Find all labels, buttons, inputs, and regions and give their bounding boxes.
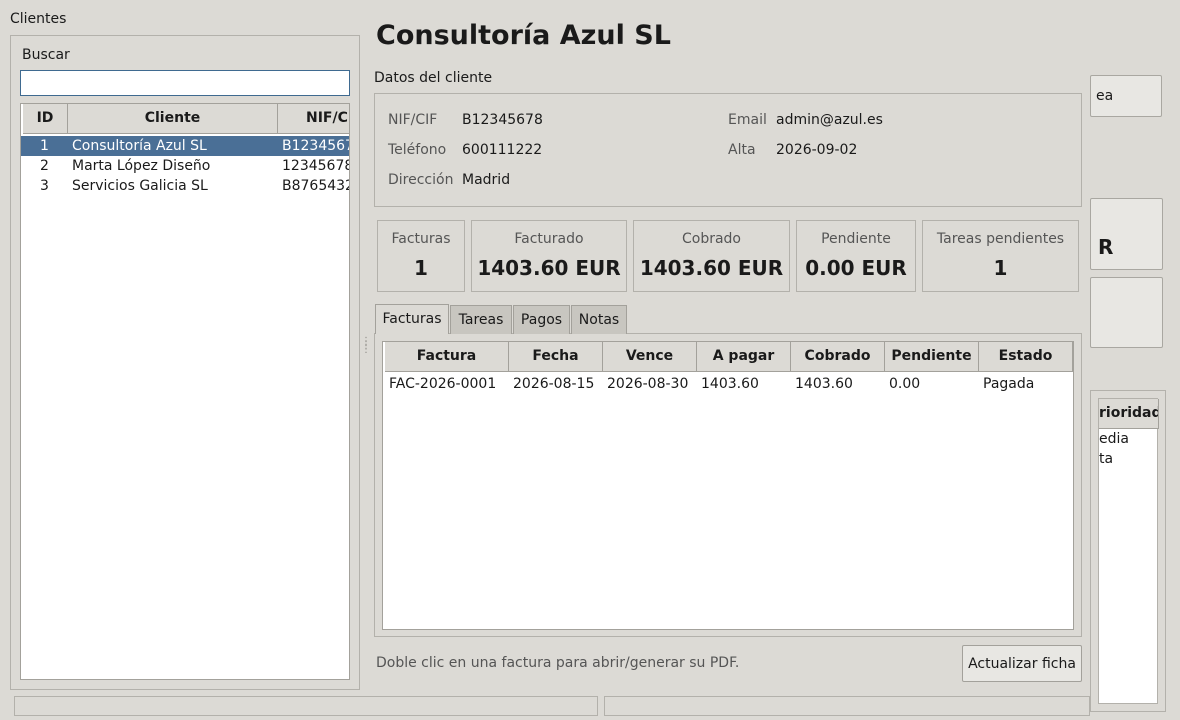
column-header-estado[interactable]: Estado xyxy=(979,342,1073,372)
address-label: Dirección xyxy=(388,172,454,188)
client-nif: B87654321 xyxy=(282,178,349,194)
stat-cobrado: Cobrado 1403.60 EUR xyxy=(633,220,790,292)
client-row[interactable]: 1 Consultoría Azul SL B12345678 xyxy=(21,136,349,156)
column-header-fecha[interactable]: Fecha xyxy=(509,342,603,372)
hint-text: Doble clic en una factura para abrir/gen… xyxy=(376,655,740,671)
client-row[interactable]: 3 Servicios Galicia SL B87654321 xyxy=(21,176,349,196)
phone-value: 600111222 xyxy=(462,142,543,158)
stat-value: 1403.60 EUR xyxy=(639,256,784,280)
splitter-handle[interactable]: ⋮ ⋮ ⋮ xyxy=(361,337,371,360)
background-table-row[interactable]: edia xyxy=(1099,429,1157,449)
tab-pagos[interactable]: Pagos xyxy=(513,305,570,334)
stat-pendiente: Pendiente 0.00 EUR xyxy=(796,220,916,292)
column-header-nif[interactable]: NIF/CIF xyxy=(278,104,349,134)
background-table-row[interactable]: ta xyxy=(1099,449,1157,469)
stat-value: 1403.60 EUR xyxy=(477,256,621,280)
client-nif: 12345678A xyxy=(282,158,349,174)
background-button-label: ea xyxy=(1096,88,1114,104)
invoice-number: FAC-2026-0001 xyxy=(389,376,497,392)
refresh-button[interactable]: Actualizar ficha xyxy=(962,645,1082,682)
address-value: Madrid xyxy=(462,172,511,188)
tab-notas[interactable]: Notas xyxy=(571,305,627,334)
invoice-row[interactable]: FAC-2026-0001 2026-08-15 2026-08-30 1403… xyxy=(383,374,1073,394)
stat-facturado: Facturado 1403.60 EUR xyxy=(471,220,627,292)
background-stat-box-2 xyxy=(1090,277,1163,348)
invoice-due: 2026-08-30 xyxy=(607,376,689,392)
stat-facturas: Facturas 1 xyxy=(377,220,465,292)
column-header-a-pagar[interactable]: A pagar xyxy=(697,342,791,372)
stat-label: Facturas xyxy=(391,231,451,247)
invoice-amount: 1403.60 xyxy=(701,376,759,392)
background-table: rioridad edia ta xyxy=(1098,398,1159,704)
background-bottom-frame-left xyxy=(14,696,598,716)
column-header-pendiente[interactable]: Pendiente xyxy=(885,342,979,372)
nif-label: NIF/CIF xyxy=(388,112,438,128)
background-button-top[interactable]: ea xyxy=(1090,75,1162,117)
client-name: Consultoría Azul SL xyxy=(72,138,207,154)
background-stat-box: R xyxy=(1090,198,1163,270)
search-input[interactable] xyxy=(20,70,350,96)
column-header-vence[interactable]: Vence xyxy=(603,342,697,372)
invoice-paid: 1403.60 xyxy=(795,376,853,392)
invoice-status: Pagada xyxy=(983,376,1035,392)
stat-label: Tareas pendientes xyxy=(936,231,1065,247)
column-header-factura[interactable]: Factura xyxy=(385,342,509,372)
invoice-date: 2026-08-15 xyxy=(513,376,595,392)
client-id: 1 xyxy=(40,138,49,154)
stat-label: Cobrado xyxy=(681,231,741,247)
client-id: 3 xyxy=(40,178,49,194)
alta-value: 2026-09-02 xyxy=(776,142,858,158)
invoice-pending: 0.00 xyxy=(889,376,921,392)
stat-value: 0.00 EUR xyxy=(805,256,907,280)
stat-tareas-pendientes: Tareas pendientes 1 xyxy=(922,220,1079,292)
client-data-frame: NIF/CIF B12345678 Teléfono 600111222 Dir… xyxy=(374,93,1082,207)
clients-panel-title: Clientes xyxy=(10,11,67,27)
tab-tareas[interactable]: Tareas xyxy=(450,305,512,334)
client-name: Marta López Diseño xyxy=(72,158,211,174)
stat-value: 1 xyxy=(414,256,428,280)
tab-facturas[interactable]: Facturas xyxy=(375,304,449,334)
stat-value: 1 xyxy=(993,256,1008,280)
client-row[interactable]: 2 Marta López Diseño 12345678A xyxy=(21,156,349,176)
email-label: Email xyxy=(728,112,767,128)
stat-label: Pendiente xyxy=(821,231,891,247)
invoices-table: Factura Fecha Vence A pagar Cobrado Pend… xyxy=(382,341,1074,630)
background-bottom-frame-right xyxy=(604,696,1090,716)
column-header-cobrado[interactable]: Cobrado xyxy=(791,342,885,372)
client-id: 2 xyxy=(40,158,49,174)
client-nif: B12345678 xyxy=(282,138,349,154)
column-header-id[interactable]: ID xyxy=(23,104,68,134)
client-data-label: Datos del cliente xyxy=(374,70,493,86)
background-table-header[interactable]: rioridad xyxy=(1099,399,1159,429)
background-stat-value: R xyxy=(1098,235,1114,259)
client-name: Servicios Galicia SL xyxy=(72,178,208,194)
alta-label: Alta xyxy=(728,142,756,158)
email-value: admin@azul.es xyxy=(776,112,883,128)
client-title: Consultoría Azul SL xyxy=(376,20,671,51)
clients-table: ID Cliente NIF/CIF 1 Consultoría Azul SL… xyxy=(20,103,350,680)
search-label: Buscar xyxy=(22,47,70,63)
phone-label: Teléfono xyxy=(388,142,447,158)
nif-value: B12345678 xyxy=(462,112,543,128)
stat-label: Facturado xyxy=(514,231,584,247)
column-header-cliente[interactable]: Cliente xyxy=(68,104,278,134)
